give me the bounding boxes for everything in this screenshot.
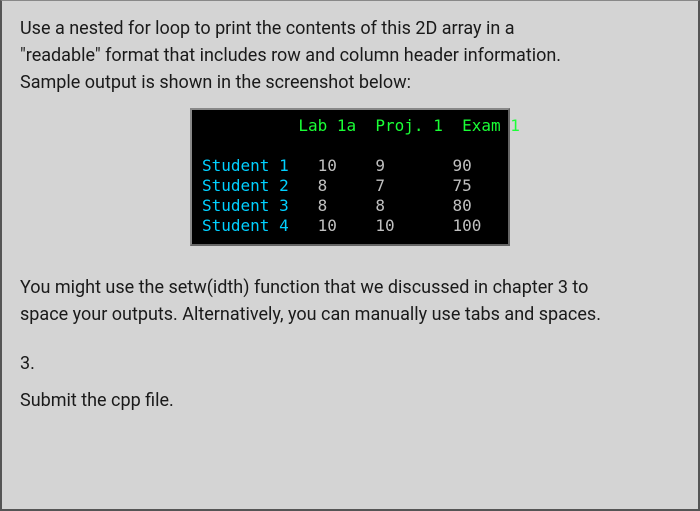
row-4-v3: 100 <box>452 216 481 235</box>
intro-block: Use a nested for loop to print the conte… <box>20 15 680 96</box>
row-1-label: Student 1 <box>202 156 289 175</box>
col-3-header: Exam 1 <box>462 116 520 135</box>
intro-line-1: Use a nested for loop to print the conte… <box>20 15 680 42</box>
note-block: You might use the setw(idth) function th… <box>20 274 680 328</box>
row-4-label: Student 4 <box>202 216 289 235</box>
intro-line-2: "readable" format that includes row and … <box>20 42 680 69</box>
row-2-v3: 75 <box>453 176 472 195</box>
row-2-label: Student 2 <box>202 176 289 195</box>
col-1-header: Lab 1a <box>298 116 356 135</box>
assignment-page: Use a nested for loop to print the conte… <box>0 0 700 511</box>
row-3-label: Student 3 <box>202 196 289 215</box>
row-1-v2: 9 <box>375 156 385 175</box>
header-pad <box>202 116 298 135</box>
row-2-v2: 7 <box>375 176 385 195</box>
note-line-1: You might use the setw(idth) function th… <box>20 274 680 301</box>
submit-instruction: Submit the cpp file. <box>20 387 680 414</box>
row-4-v2: 10 <box>375 216 394 235</box>
question-number: 3. <box>20 350 680 377</box>
terminal-wrap: Lab 1a Proj. 1 Exam 1 Student 1 10 9 90 … <box>20 108 680 246</box>
row-1-v1: 10 <box>318 156 337 175</box>
col-2-header: Proj. 1 <box>375 116 442 135</box>
sample-output-terminal: Lab 1a Proj. 1 Exam 1 Student 1 10 9 90 … <box>190 108 510 246</box>
row-3-v1: 8 <box>318 196 328 215</box>
note-line-2: space your outputs. Alternatively, you c… <box>20 301 680 328</box>
row-1-v3: 90 <box>452 156 471 175</box>
row-2-v1: 8 <box>318 176 328 195</box>
col-headers: Lab 1a Proj. 1 Exam 1 <box>202 116 520 135</box>
row-4-v1: 10 <box>318 216 337 235</box>
terminal-content: Lab 1a Proj. 1 Exam 1 Student 1 10 9 90 … <box>202 116 494 236</box>
row-3-v3: 80 <box>453 196 472 215</box>
row-3-v2: 8 <box>375 196 385 215</box>
intro-line-3: Sample output is shown in the screenshot… <box>20 69 680 96</box>
